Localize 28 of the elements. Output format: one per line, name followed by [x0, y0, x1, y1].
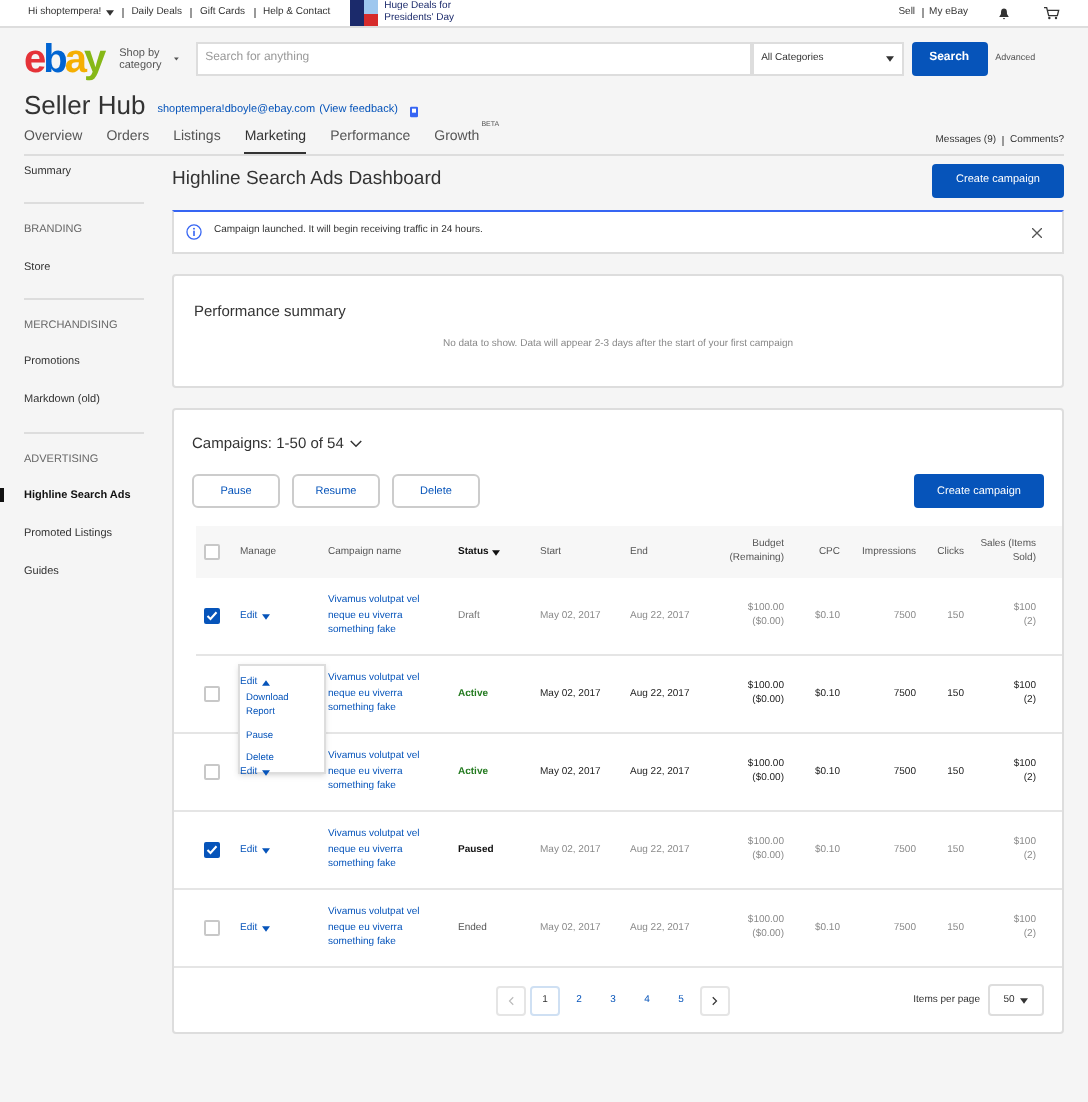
flag-icon — [350, 0, 379, 26]
caret-icon — [261, 769, 270, 776]
caret-icon — [261, 925, 270, 932]
caret-icon — [885, 56, 894, 62]
bell-icon[interactable] — [998, 7, 1010, 19]
row-checkbox[interactable] — [204, 608, 220, 625]
row-checkbox[interactable] — [204, 764, 220, 781]
row-checkbox[interactable] — [204, 842, 220, 859]
close-icon[interactable] — [1032, 227, 1042, 237]
caret-icon — [105, 10, 114, 16]
caret-icon — [261, 613, 270, 620]
badge-icon — [409, 106, 418, 118]
row-checkbox[interactable] — [204, 544, 220, 561]
ebay-logo[interactable]: ebay — [24, 39, 104, 79]
cart-icon[interactable] — [1044, 6, 1060, 20]
caret-icon — [174, 56, 180, 62]
page-heading: Seller Hub — [24, 92, 146, 118]
chevron-right-icon — [712, 995, 718, 1006]
chevron-down-icon[interactable] — [349, 439, 362, 448]
row-checkbox[interactable] — [204, 686, 220, 703]
dashboard-title: Highline Search Ads Dashboard — [172, 166, 442, 195]
caret-icon — [261, 847, 270, 854]
chevron-left-icon — [508, 995, 514, 1006]
caret-icon — [492, 549, 501, 556]
info-icon — [186, 224, 202, 240]
caret-icon — [1020, 997, 1029, 1004]
caret-icon — [261, 679, 270, 686]
row-checkbox[interactable] — [204, 920, 220, 937]
